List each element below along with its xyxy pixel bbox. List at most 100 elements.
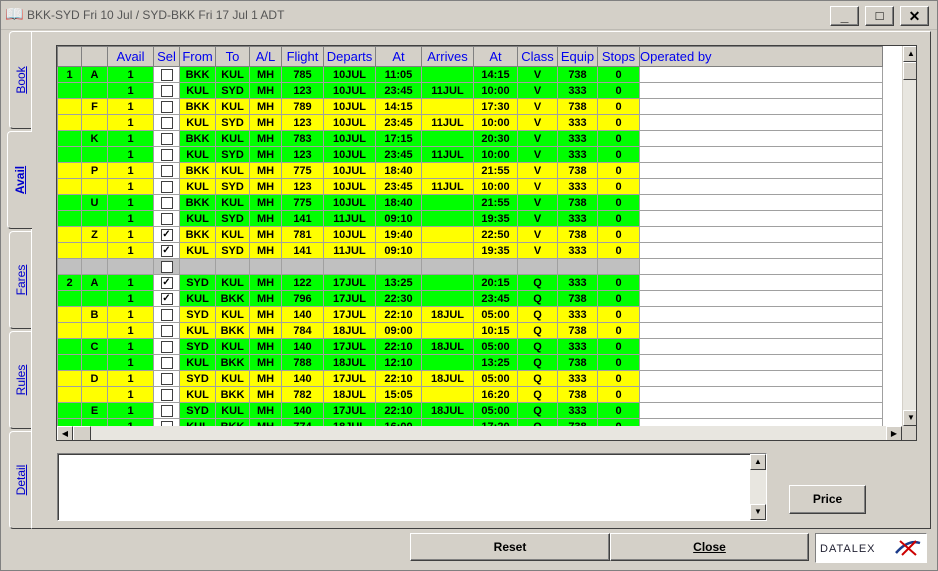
select-checkbox[interactable] <box>160 100 173 113</box>
col-class-header[interactable]: Class <box>517 46 558 67</box>
scroll-up-icon[interactable]: ▲ <box>903 46 916 62</box>
col-to-header[interactable]: To <box>215 46 250 67</box>
sel-cell[interactable] <box>153 82 180 99</box>
message-area[interactable]: ▲ ▼ <box>57 453 767 521</box>
tab-fares[interactable]: Fares <box>9 231 31 329</box>
table-row[interactable]: K 1 BKK KUL MH 783 10JUL 17:15 20:30 V 333 0 <box>57 130 883 147</box>
select-checkbox[interactable] <box>160 84 173 97</box>
col-from-header[interactable]: From <box>179 46 216 67</box>
vertical-scrollbar[interactable]: ▲ ▼ <box>902 46 916 426</box>
sel-cell[interactable]: ✓ <box>153 274 180 291</box>
sel-cell[interactable]: ✓ <box>153 226 180 243</box>
table-row[interactable]: 1 KUL SYD MH 123 10JUL 23:45 11JUL 10:00 V 333 0 <box>57 178 883 195</box>
minimize-button[interactable]: _ <box>830 6 859 26</box>
message-scroll-up-icon[interactable]: ▲ <box>750 454 766 470</box>
select-checkbox[interactable] <box>160 212 173 225</box>
scroll-down-icon[interactable]: ▼ <box>903 410 916 426</box>
scroll-right-icon[interactable]: ▶ <box>886 426 902 440</box>
select-checkbox[interactable] <box>160 340 173 353</box>
table-row[interactable]: 2 A 1 ✓ SYD KUL MH 122 17JUL 13:25 20:15 Q 333 0 <box>57 274 883 291</box>
select-checkbox[interactable] <box>160 388 173 401</box>
select-checkbox[interactable] <box>160 116 173 129</box>
sel-cell[interactable] <box>153 306 180 323</box>
table-row[interactable]: 1 ✓ KUL BKK MH 796 17JUL 22:30 23:45 Q 738 0 <box>57 290 883 307</box>
sel-cell[interactable] <box>153 130 180 147</box>
sel-cell[interactable] <box>153 210 180 227</box>
table-row[interactable]: 1 KUL BKK MH 782 18JUL 15:05 16:20 Q 738 0 <box>57 386 883 403</box>
select-checkbox[interactable] <box>160 324 173 337</box>
sel-cell[interactable] <box>153 178 180 195</box>
close-button[interactable]: Close <box>610 533 809 561</box>
select-checkbox[interactable]: ✓ <box>160 292 173 305</box>
col-avail-header[interactable]: Avail <box>107 46 154 67</box>
select-checkbox[interactable] <box>160 196 173 209</box>
select-checkbox[interactable] <box>160 404 173 417</box>
table-row[interactable]: 1 KUL SYD MH 123 10JUL 23:45 11JUL 10:00 V 333 0 <box>57 146 883 163</box>
price-button[interactable]: Price <box>789 485 866 514</box>
select-checkbox[interactable] <box>160 68 173 81</box>
select-checkbox[interactable] <box>160 132 173 145</box>
col-stops-header[interactable]: Stops <box>597 46 640 67</box>
horizontal-scrollbar[interactable]: ◀ ▶ <box>57 426 902 440</box>
sel-cell[interactable] <box>153 370 180 387</box>
close-window-button[interactable]: ✕ <box>900 6 929 26</box>
col-al-header[interactable]: A/L <box>249 46 282 67</box>
select-checkbox[interactable]: ✓ <box>160 228 173 241</box>
table-row[interactable]: 1 KUL BKK MH 788 18JUL 12:10 13:25 Q 738 0 <box>57 354 883 371</box>
table-row[interactable]: 1 KUL BKK MH 784 18JUL 09:00 10:15 Q 738 0 <box>57 322 883 339</box>
table-row[interactable] <box>57 258 883 275</box>
col-at-dep-header[interactable]: At <box>375 46 422 67</box>
table-row[interactable]: B 1 SYD KUL MH 140 17JUL 22:10 18JUL 05:00 Q 333 0 <box>57 306 883 323</box>
table-row[interactable]: F 1 BKK KUL MH 789 10JUL 14:15 17:30 V 738 0 <box>57 98 883 115</box>
table-row[interactable]: C 1 SYD KUL MH 140 17JUL 22:10 18JUL 05:00 Q 333 0 <box>57 338 883 355</box>
sel-cell[interactable] <box>153 338 180 355</box>
table-row[interactable]: 1 KUL SYD MH 123 10JUL 23:45 11JUL 10:00 V 333 0 <box>57 82 883 99</box>
sel-cell[interactable] <box>153 354 180 371</box>
col-section-header[interactable] <box>57 46 82 67</box>
col-arrives-header[interactable]: Arrives <box>421 46 474 67</box>
sel-cell[interactable] <box>153 114 180 131</box>
table-row[interactable]: P 1 BKK KUL MH 775 10JUL 18:40 21:55 V 738 0 <box>57 162 883 179</box>
col-flight-header[interactable]: Flight <box>281 46 324 67</box>
col-equip-header[interactable]: Equip <box>557 46 598 67</box>
tab-book[interactable]: Book <box>9 31 31 129</box>
message-scroll-down-icon[interactable]: ▼ <box>750 504 766 520</box>
sel-cell[interactable] <box>153 146 180 163</box>
col-at-arr-header[interactable]: At <box>473 46 518 67</box>
table-row[interactable]: 1 KUL SYD MH 123 10JUL 23:45 11JUL 10:00 V 333 0 <box>57 114 883 131</box>
sel-cell[interactable]: ✓ <box>153 242 180 259</box>
table-row[interactable]: U 1 BKK KUL MH 775 10JUL 18:40 21:55 V 738 0 <box>57 194 883 211</box>
sel-cell[interactable] <box>153 258 180 275</box>
message-scrollbar[interactable]: ▲ ▼ <box>750 454 766 520</box>
maximize-button[interactable]: □ <box>865 6 894 26</box>
table-row[interactable]: Z 1 ✓ BKK KUL MH 781 10JUL 19:40 22:50 V 738 0 <box>57 226 883 243</box>
select-checkbox[interactable] <box>160 180 173 193</box>
col-sel-header[interactable]: Sel <box>153 46 180 67</box>
scroll-left-icon[interactable]: ◀ <box>57 426 73 440</box>
sel-cell[interactable] <box>153 66 180 83</box>
col-departs-header[interactable]: Departs <box>323 46 376 67</box>
sel-cell[interactable] <box>153 386 180 403</box>
col-option-header[interactable] <box>81 46 108 67</box>
sel-cell[interactable]: ✓ <box>153 290 180 307</box>
reset-button[interactable]: Reset <box>410 533 610 561</box>
select-checkbox[interactable] <box>160 148 173 161</box>
sel-cell[interactable] <box>153 162 180 179</box>
select-checkbox[interactable]: ✓ <box>160 276 173 289</box>
col-operated-by-header[interactable]: Operated by <box>639 46 883 67</box>
select-checkbox[interactable]: ✓ <box>160 244 173 257</box>
tab-detail[interactable]: Detail <box>9 431 31 529</box>
select-checkbox[interactable] <box>160 308 173 321</box>
sel-cell[interactable] <box>153 194 180 211</box>
tab-rules[interactable]: Rules <box>9 331 31 429</box>
select-checkbox[interactable] <box>160 164 173 177</box>
horizontal-scroll-thumb[interactable] <box>73 426 91 440</box>
table-row[interactable]: E 1 SYD KUL MH 140 17JUL 22:10 18JUL 05:00 Q 333 0 <box>57 402 883 419</box>
sel-cell[interactable] <box>153 402 180 419</box>
table-row[interactable]: 1 A 1 BKK KUL MH 785 10JUL 11:05 14:15 V 738 0 <box>57 66 883 83</box>
select-checkbox[interactable] <box>160 372 173 385</box>
table-row[interactable]: 1 KUL SYD MH 141 11JUL 09:10 19:35 V 333 0 <box>57 210 883 227</box>
tab-avail[interactable]: Avail <box>7 131 32 229</box>
sel-cell[interactable] <box>153 98 180 115</box>
vertical-scroll-thumb[interactable] <box>903 62 916 80</box>
